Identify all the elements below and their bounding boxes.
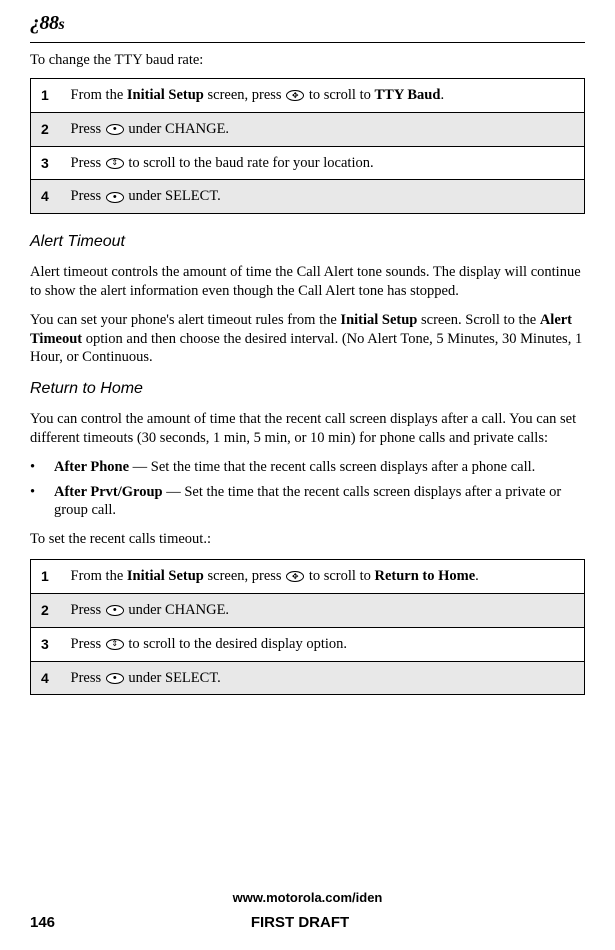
- table-row: 2 Press under CHANGE.: [31, 593, 585, 627]
- table-row: 1 From the Initial Setup screen, press ✥…: [31, 560, 585, 594]
- table-row: 3 Press ⇕ to scroll to the baud rate for…: [31, 146, 585, 180]
- table-row: 3 Press ⇕ to scroll to the desired displ…: [31, 627, 585, 661]
- dot-icon: [106, 673, 124, 684]
- footer-url: www.motorola.com/iden: [30, 890, 585, 907]
- draft-status: FIRST DRAFT: [15, 913, 585, 933]
- heading-alert-timeout: Alert Timeout: [30, 232, 585, 253]
- dot-icon: [106, 605, 124, 616]
- nav-icon: ✥: [286, 90, 304, 101]
- paragraph: You can control the amount of time that …: [30, 410, 585, 448]
- heading-return-home: Return to Home: [30, 379, 585, 400]
- bullet-list: •After Phone — Set the time that the rec…: [30, 458, 585, 521]
- steps-table-tty: 1 From the Initial Setup screen, press ✥…: [30, 78, 585, 214]
- list-item: •After Phone — Set the time that the rec…: [30, 458, 585, 477]
- steps-table-return-home: 1 From the Initial Setup screen, press ✥…: [30, 559, 585, 695]
- table-row: 2 Press under CHANGE.: [31, 112, 585, 146]
- list-item: •After Prvt/Group — Set the time that th…: [30, 483, 585, 521]
- page-footer: www.motorola.com/iden 146 FIRST DRAFT: [30, 890, 585, 932]
- nav-icon: ✥: [286, 571, 304, 582]
- table-row: 1 From the Initial Setup screen, press ✥…: [31, 78, 585, 112]
- paragraph: You can set your phone's alert timeout r…: [30, 311, 585, 368]
- intro-text-1: To change the TTY baud rate:: [30, 51, 585, 70]
- table-row: 4 Press under SELECT.: [31, 180, 585, 214]
- paragraph: Alert timeout controls the amount of tim…: [30, 263, 585, 301]
- updown-icon: ⇕: [106, 639, 124, 650]
- dot-icon: [106, 124, 124, 135]
- header-rule: [30, 42, 585, 43]
- dot-icon: [106, 192, 124, 203]
- updown-icon: ⇕: [106, 158, 124, 169]
- table-row: 4 Press under SELECT.: [31, 661, 585, 695]
- product-logo: ¿88s: [30, 10, 585, 36]
- paragraph: To set the recent calls timeout.:: [30, 530, 585, 549]
